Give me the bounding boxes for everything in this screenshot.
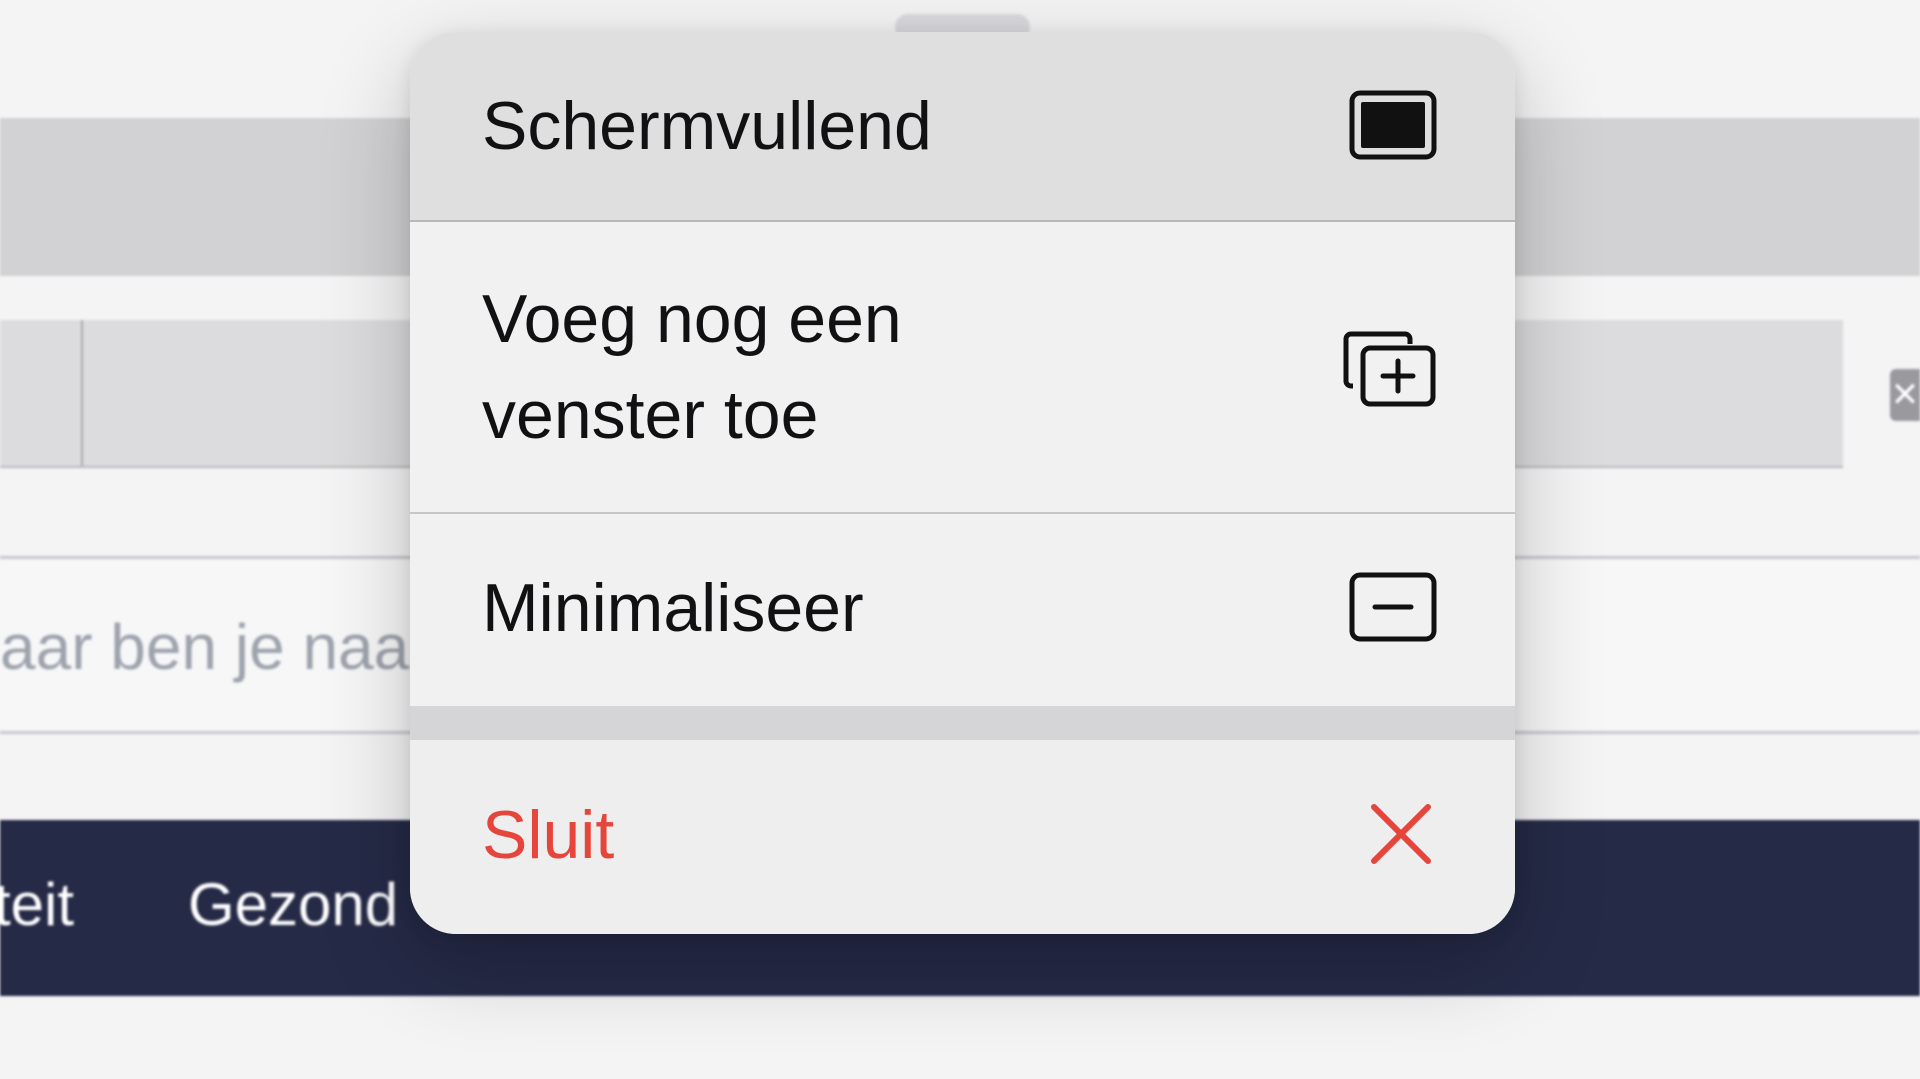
tab-close-icon[interactable]: ✕ — [1890, 369, 1920, 421]
close-icon — [1365, 798, 1437, 875]
menu-item-close[interactable]: Sluit — [410, 740, 1515, 934]
menu-item-label: Voeg nog een venster toe — [482, 281, 902, 453]
fullscreen-icon — [1349, 90, 1437, 165]
menu-item-fullscreen[interactable]: Schermvullend — [410, 32, 1515, 222]
menu-item-label: Sluit — [482, 797, 615, 873]
tab-divider — [81, 320, 83, 466]
nav-item[interactable]: Gezond — [188, 870, 398, 939]
menu-item-minimize[interactable]: Minimaliseer — [410, 516, 1515, 706]
menu-item-add-window[interactable]: Voeg nog een venster toe — [410, 224, 1515, 514]
menu-group-separator — [410, 706, 1515, 740]
nav-item[interactable]: teit — [0, 870, 74, 939]
window-context-menu: Schermvullend Voeg nog een venster toe M… — [410, 32, 1515, 934]
menu-item-label: Schermvullend — [482, 88, 932, 164]
add-window-icon — [1343, 330, 1437, 413]
search-placeholder: aar ben je naa — [0, 611, 410, 683]
minimize-icon — [1349, 572, 1437, 647]
menu-item-label: Minimaliseer — [482, 570, 864, 646]
